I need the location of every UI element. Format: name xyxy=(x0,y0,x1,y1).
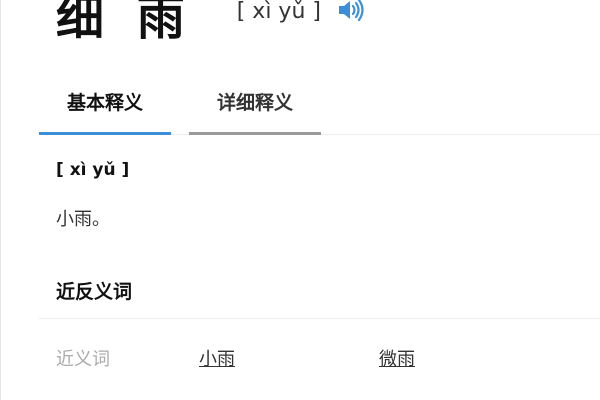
tab-detailed-definition[interactable]: 详细释义 xyxy=(189,80,321,135)
synonym-link[interactable]: 微雨 xyxy=(379,345,415,371)
synonyms-label: 近义词 xyxy=(56,349,110,370)
definition-tabs: 基本释义 详细释义 xyxy=(39,80,600,135)
definition-text: 小雨。 xyxy=(56,209,110,230)
tab-basic-definition[interactable]: 基本释义 xyxy=(39,80,171,135)
word-header: 细 雨 [ xì yǔ ] xyxy=(56,0,365,50)
section-divider xyxy=(39,318,600,319)
definition-pinyin: [ xì yǔ ] xyxy=(56,160,130,180)
synonym-link[interactable]: 小雨 xyxy=(199,345,235,371)
word-pinyin: [ xì yǔ ] xyxy=(236,0,321,24)
speaker-icon[interactable] xyxy=(337,0,365,22)
synonyms-antonyms-title: 近反义词 xyxy=(56,281,133,303)
word-title: 细 雨 xyxy=(56,0,193,46)
synonyms-row: 近义词 小雨 微雨 xyxy=(1,345,600,377)
dictionary-page: 细 雨 [ xì yǔ ] 基本释义 详细释义 [ xì yǔ ] 小雨。 近反… xyxy=(0,0,600,400)
